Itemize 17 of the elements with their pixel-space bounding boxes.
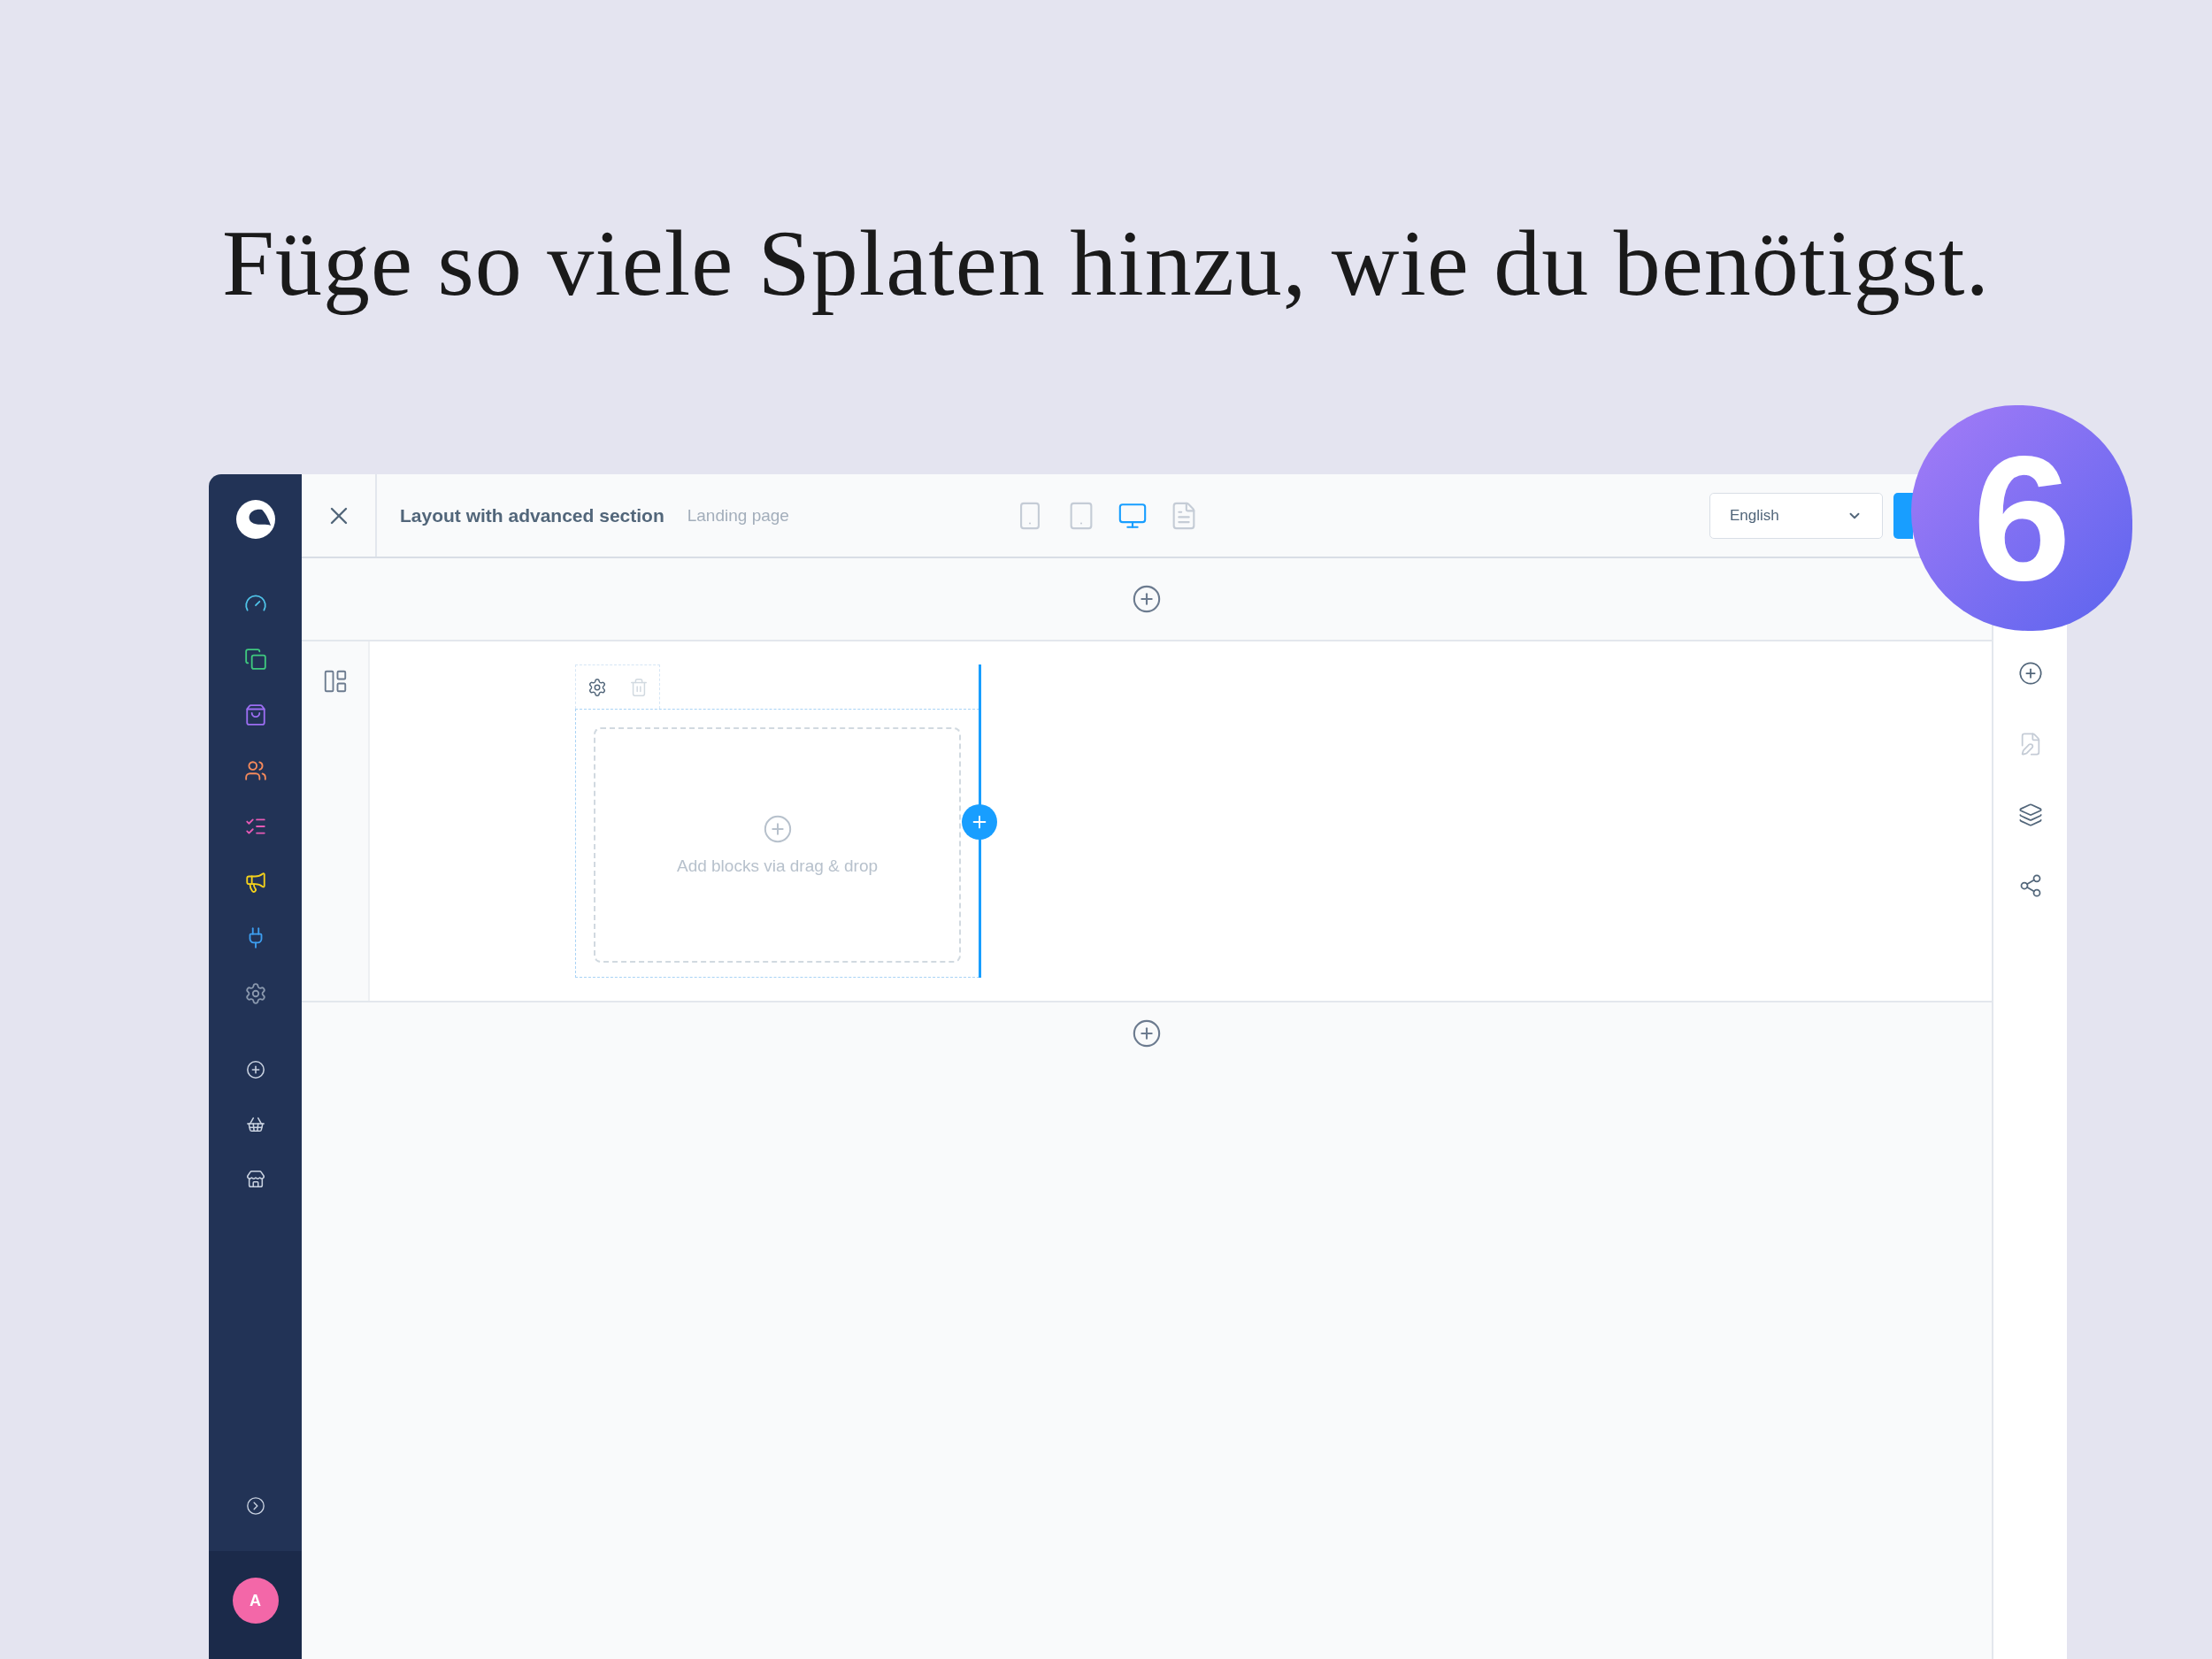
page-type: Landing page bbox=[687, 505, 789, 526]
add-icon[interactable] bbox=[2017, 661, 2043, 686]
version-badge: 6 bbox=[1911, 405, 2132, 631]
settings-icon[interactable] bbox=[587, 677, 607, 697]
add-section-button[interactable] bbox=[1132, 584, 1162, 614]
block-dropzone[interactable]: Add blocks via drag & drop bbox=[594, 727, 961, 963]
save-button[interactable] bbox=[1893, 492, 1913, 539]
column-divider[interactable] bbox=[979, 664, 981, 978]
plus-icon bbox=[762, 814, 793, 844]
add-section-button[interactable] bbox=[1132, 1018, 1162, 1048]
page-title: Layout with advanced section bbox=[400, 504, 664, 526]
language-select[interactable]: English bbox=[1709, 492, 1883, 539]
logo-icon bbox=[234, 499, 276, 540]
headline: Füge so viele Splaten hinzu, wie du benötigst. bbox=[222, 211, 1990, 317]
user-avatar[interactable]: A bbox=[232, 1578, 279, 1624]
layers-icon[interactable] bbox=[2017, 803, 2043, 827]
add-column-button[interactable] bbox=[962, 804, 997, 840]
